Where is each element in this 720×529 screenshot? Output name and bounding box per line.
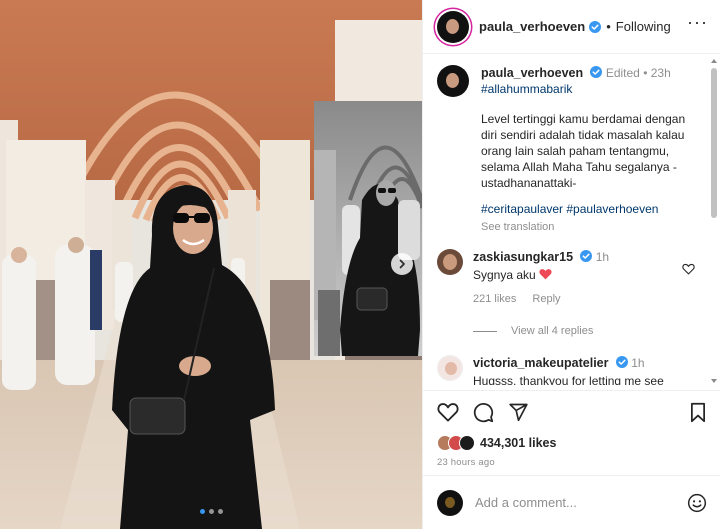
verified-badge-icon: [590, 66, 603, 78]
verified-badge-icon: [580, 250, 593, 262]
bookmark-icon[interactable]: [689, 402, 707, 423]
post-photo: [0, 0, 422, 529]
caption: paula_verhoeven Edited • 23h #allahummab…: [437, 65, 707, 235]
comment-input[interactable]: [475, 495, 687, 510]
caption-hashtag-line[interactable]: #allahummabarik: [481, 81, 706, 97]
carousel-indicator: [200, 509, 223, 514]
post-actions: 434,301 likes 23 hours ago: [423, 390, 720, 468]
caption-username[interactable]: paula_verhoeven: [481, 66, 583, 80]
emoji-smile-icon[interactable]: [687, 493, 707, 513]
comment-item: victoria_makeupatelier 1h Hugsss, thanky…: [437, 355, 707, 385]
caption-time: 23h: [650, 66, 671, 80]
chevron-right-icon: [399, 259, 405, 269]
more-options-icon[interactable]: ···: [687, 13, 708, 31]
likes-count[interactable]: 434,301 likes: [480, 436, 556, 450]
verified-badge-icon: [589, 20, 602, 33]
heart-icon[interactable]: [437, 402, 459, 422]
comments-scrollbar[interactable]: [709, 56, 719, 386]
following-button[interactable]: Following: [616, 19, 671, 34]
separator-dot: •: [606, 19, 611, 34]
carousel-dot: [218, 509, 223, 514]
comment-item: zaskiasungkar15 1h Sygnya aku 221 likes …: [437, 249, 707, 307]
see-translation-link[interactable]: See translation: [481, 219, 706, 235]
avatar[interactable]: [437, 10, 469, 43]
comment-time: 1h: [595, 250, 610, 264]
post-side-panel: paula_verhoeven • Following ··· paula_ve…: [422, 0, 720, 529]
header-username[interactable]: paula_verhoeven: [479, 19, 585, 34]
post-media-carousel[interactable]: [0, 0, 422, 529]
comment-composer: [423, 475, 720, 529]
heart-icon[interactable]: [682, 263, 695, 275]
scroll-thumb[interactable]: [711, 68, 717, 218]
avatar[interactable]: [437, 249, 463, 275]
reply-button[interactable]: Reply: [532, 291, 560, 307]
scroll-down-arrow[interactable]: [711, 379, 717, 383]
carousel-next-button[interactable]: [391, 253, 413, 275]
comment-likes-count[interactable]: 221 likes: [473, 291, 516, 307]
scroll-up-arrow[interactable]: [711, 59, 717, 63]
comment-username[interactable]: zaskiasungkar15: [473, 250, 573, 264]
comment-text: Sygnya aku: [473, 267, 609, 283]
avatar: [459, 435, 475, 451]
comment-bubble-icon[interactable]: [473, 402, 494, 423]
separator-dot: •: [643, 66, 651, 80]
red-heart-emoji-icon: [539, 269, 552, 280]
carousel-dot: [209, 509, 214, 514]
comment-username[interactable]: victoria_makeupatelier: [473, 356, 609, 370]
post-header: paula_verhoeven • Following ···: [423, 0, 720, 54]
divider: [473, 330, 497, 332]
caption-avatar[interactable]: [437, 65, 469, 97]
avatar[interactable]: [437, 355, 463, 381]
caption-hashtags[interactable]: #ceritapaulaver #paulaverhoeven: [481, 201, 706, 217]
caption-text: Level tertinggi kamu berdamai dengan dir…: [481, 112, 686, 190]
verified-badge-icon: [615, 356, 628, 368]
comment-time: 1h: [631, 356, 645, 370]
view-replies-label: View all 4 replies: [511, 325, 594, 337]
post-timestamp[interactable]: 23 hours ago: [437, 457, 707, 468]
likers-avatars[interactable]: [437, 435, 475, 451]
carousel-dot-active: [200, 509, 205, 514]
comments-list[interactable]: paula_verhoeven Edited • 23h #allahummab…: [423, 55, 720, 385]
paper-plane-icon[interactable]: [508, 402, 529, 422]
avatar: [437, 489, 463, 516]
edited-label: Edited: [605, 66, 640, 80]
view-replies-link[interactable]: View all 4 replies: [473, 325, 707, 337]
comment-text: Hugsss, thankyou for letting me see: [473, 374, 664, 385]
